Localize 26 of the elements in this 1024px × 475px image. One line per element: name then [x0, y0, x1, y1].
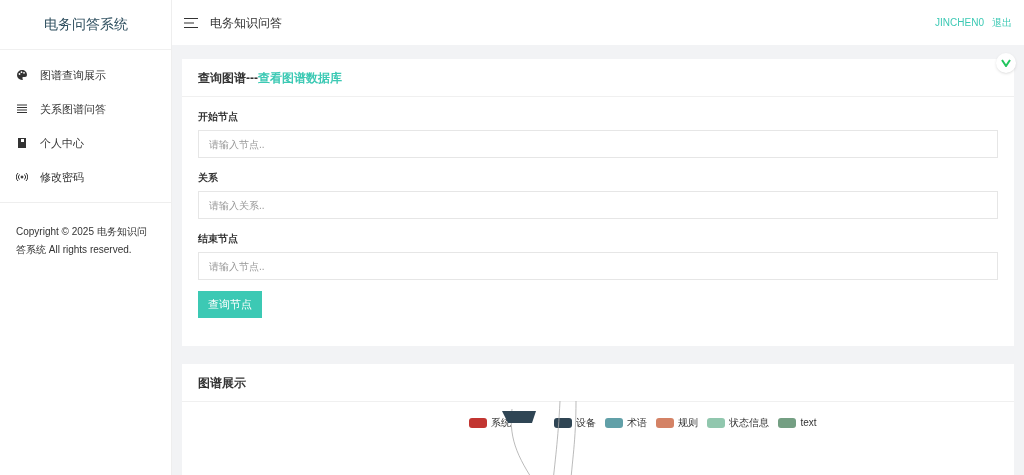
- copyright-text: Copyright © 2025 电务知识问答系统 All rights reserved.: [15, 225, 148, 257]
- legend-label[interactable]: 术语: [627, 415, 648, 430]
- input-field[interactable]: 请输入关系..: [198, 191, 998, 219]
- menu-icon[interactable]: [184, 17, 198, 28]
- check-icon: [1001, 59, 1011, 67]
- field-label: 关系: [198, 171, 219, 185]
- legend-label[interactable]: text: [800, 415, 817, 430]
- page-title: 电务知识问答: [210, 14, 282, 32]
- field-label: 开始节点: [198, 110, 239, 124]
- palette-icon: [16, 69, 28, 81]
- nav-item[interactable]: 关系图谱问答: [0, 92, 171, 126]
- card-title: 图谱展示: [198, 374, 246, 392]
- legend-label[interactable]: 设备: [576, 415, 597, 430]
- legend-label[interactable]: 规则: [678, 415, 699, 430]
- field-label: 结束节点: [198, 232, 239, 246]
- input-field[interactable]: 请输入节点..: [198, 130, 998, 158]
- list-icon: [16, 103, 28, 115]
- book-icon: [16, 137, 28, 149]
- input-field[interactable]: 请输入节点..: [198, 252, 998, 280]
- nav-item[interactable]: 图谱查询展示: [0, 58, 171, 92]
- card-title: 查询图谱---: [198, 69, 258, 87]
- legend-label[interactable]: 状态信息: [729, 415, 770, 430]
- nav-item[interactable]: 修改密码: [0, 160, 171, 194]
- nav-item[interactable]: 个人中心: [0, 126, 171, 160]
- broadcast-icon: [16, 171, 28, 183]
- app-title: 电务问答系统: [43, 15, 128, 34]
